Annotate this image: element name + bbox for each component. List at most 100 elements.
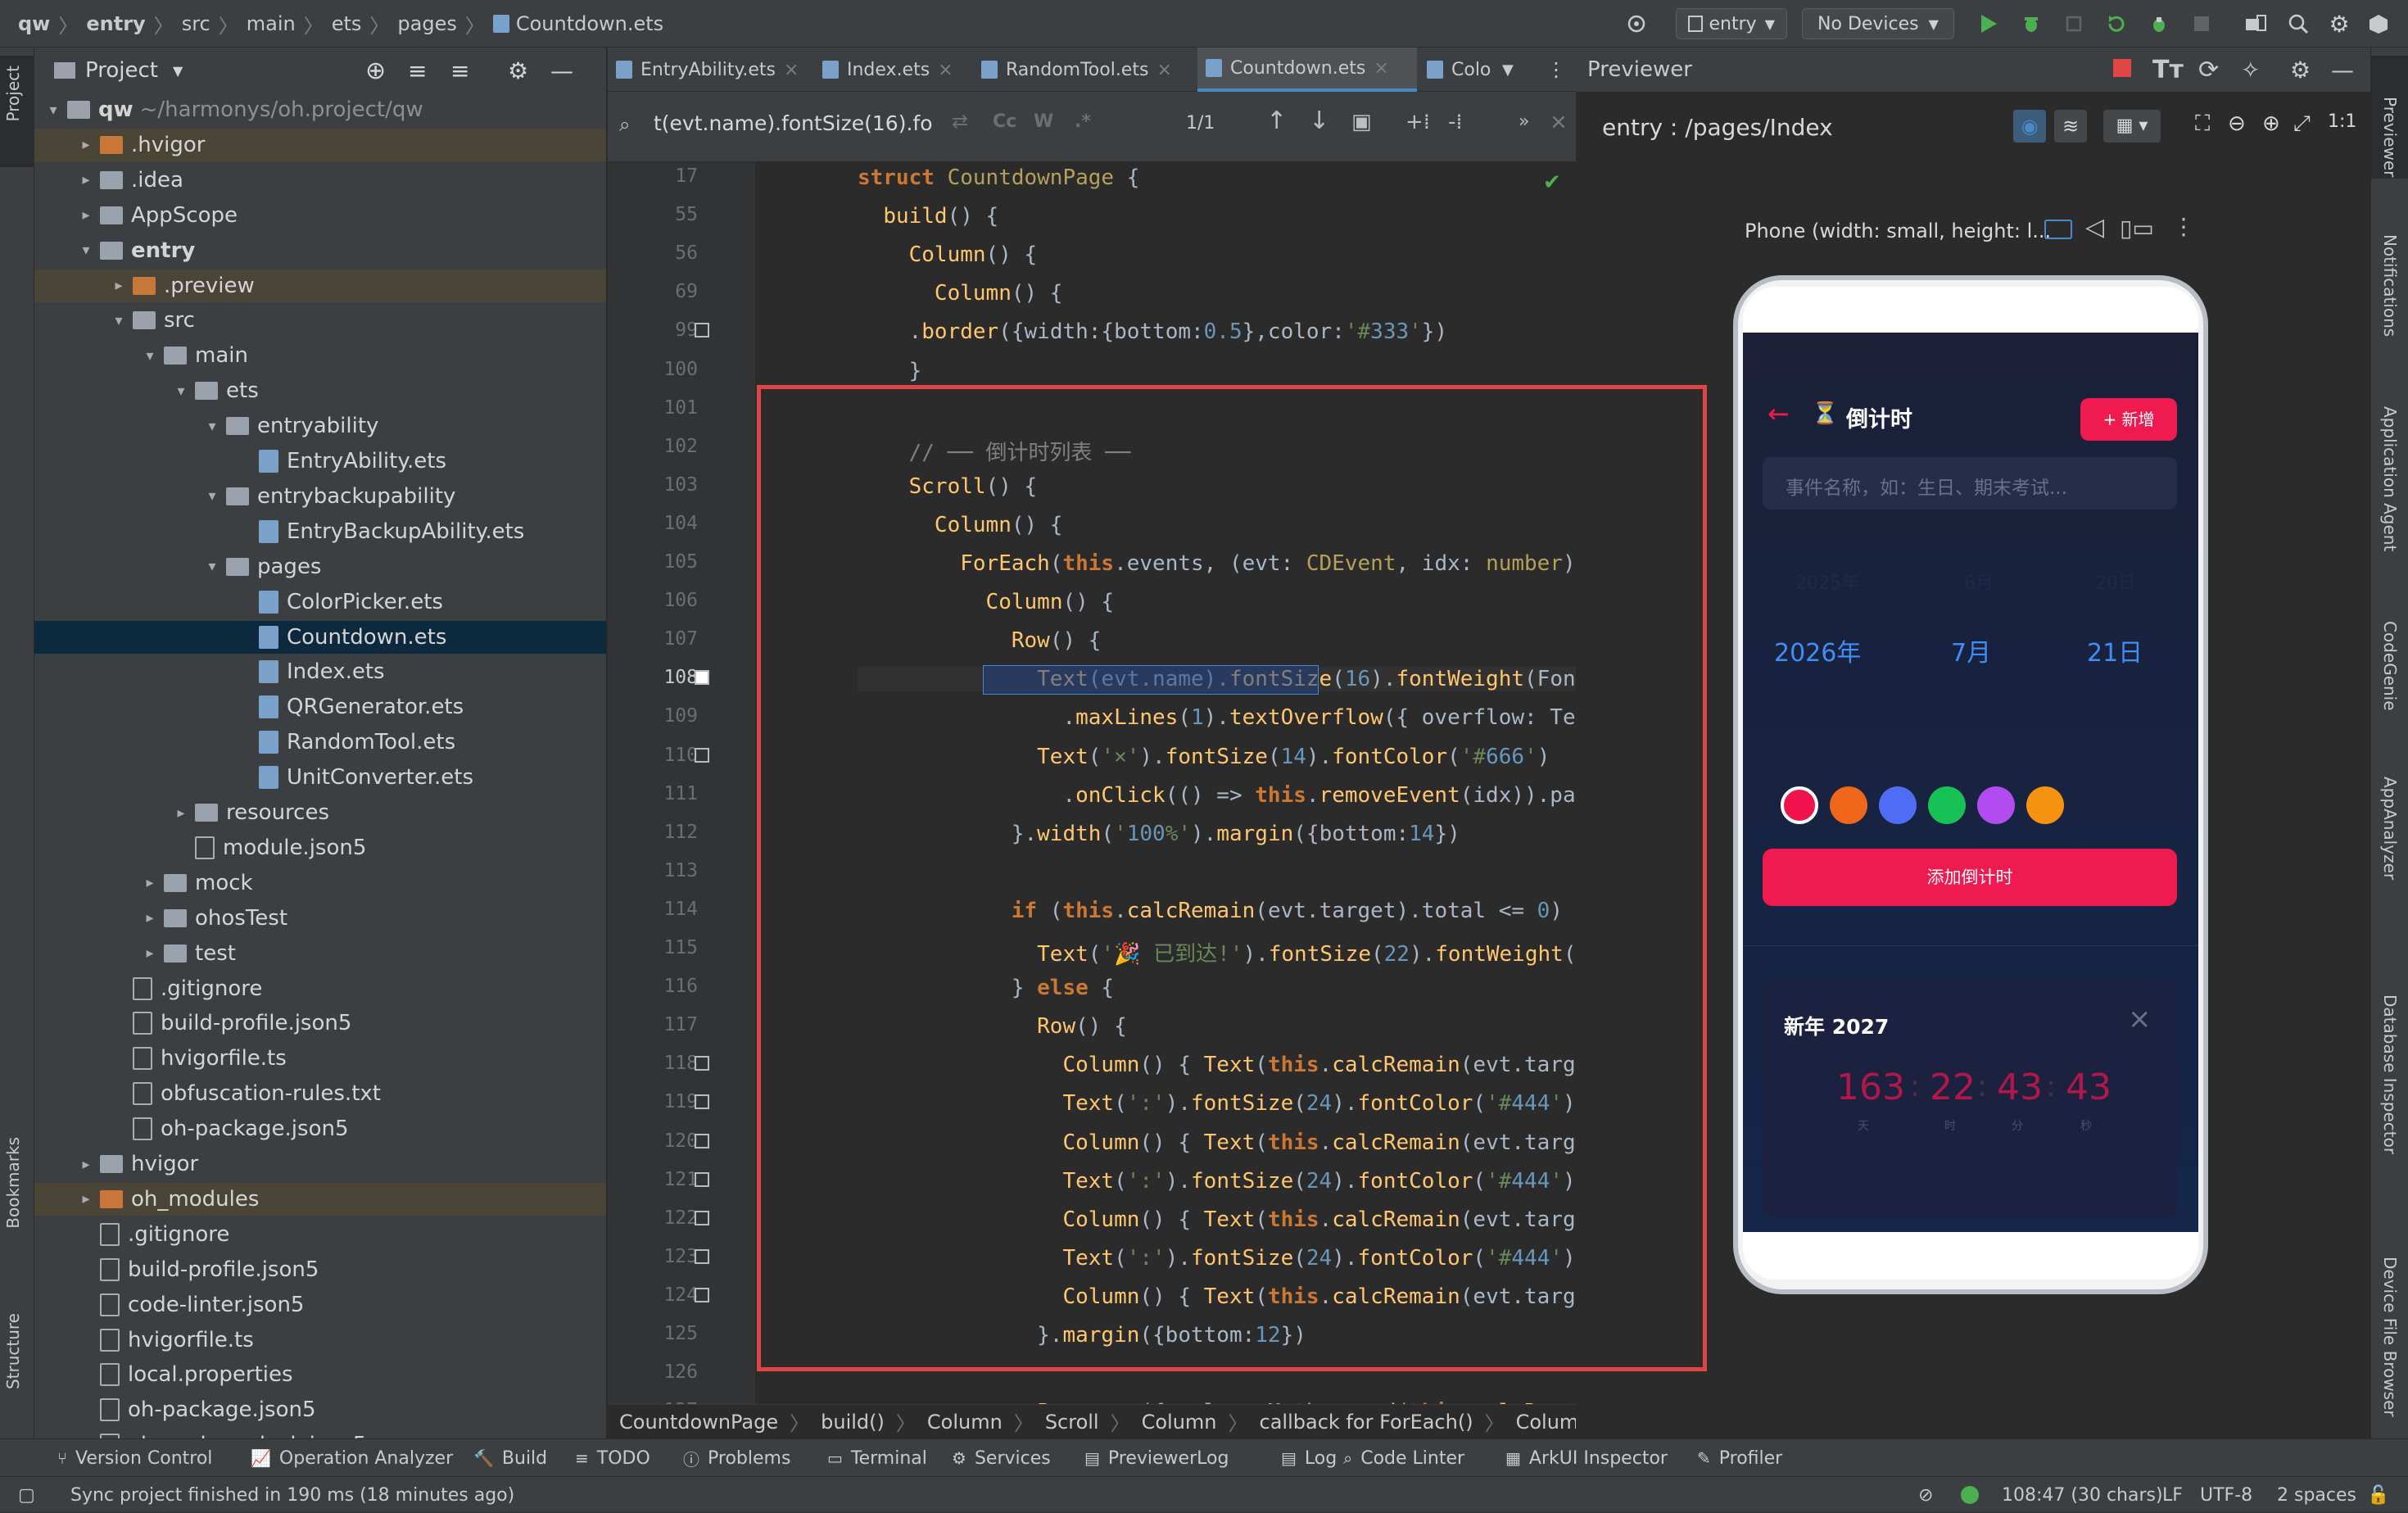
database-inspector-tool-label[interactable]: Database Inspector [2380,994,2400,1154]
line-number[interactable]: 105 [608,551,698,573]
line-number[interactable]: 123 [608,1246,698,1267]
structure-crumb[interactable]: Column [1142,1411,1217,1434]
zoom-out-icon[interactable]: ⊖ [2228,111,2246,136]
more-options-icon[interactable]: » [1519,111,1529,132]
power-save-icon[interactable]: ⊘ [1918,1477,1933,1513]
refresh-icon[interactable]: ⟳ [2198,56,2219,84]
notifications-tool-label[interactable]: Notifications [2380,234,2400,337]
line-number[interactable]: 112 [608,822,698,843]
breadcrumb-item[interactable]: pages [397,12,456,35]
picker-year[interactable]: 2026年 [1774,632,1861,668]
line-number[interactable]: 110 [608,745,698,766]
tree-item[interactable]: ▸ resources [34,796,606,829]
line-number[interactable]: 103 [608,474,698,496]
chevron-right-icon[interactable]: ▸ [141,944,159,962]
back-icon[interactable]: ◁ [2085,213,2104,242]
line-number[interactable]: 100 [608,359,698,380]
line-number[interactable]: 102 [608,436,698,457]
line-number[interactable]: 120 [608,1130,698,1152]
chevron-down-icon[interactable]: ▾ [203,558,221,575]
tool-window-log[interactable]: ▤ Log [1281,1439,1337,1477]
chevron-right-icon[interactable]: ▸ [110,277,128,294]
tree-item[interactable]: module.json5 [34,831,606,864]
close-icon[interactable]: × [1374,58,1388,79]
caret-position[interactable]: 108:47 (30 chars) [2002,1477,2163,1513]
breakpoint-marker[interactable] [695,323,709,338]
multi-device-icon[interactable] [2044,220,2072,239]
indent-setting[interactable]: 2 spaces [2277,1477,2356,1513]
tree-item[interactable]: ▸ oh_modules [34,1182,606,1216]
target-icon[interactable] [1622,8,1651,39]
chevron-down-icon[interactable]: ▾ [77,242,95,259]
layers-icon[interactable]: ≋ [2054,110,2087,143]
rerun-icon[interactable] [2102,8,2131,39]
tree-item[interactable]: ▾ entryability [34,410,606,442]
line-number[interactable]: 119 [608,1091,698,1112]
previewer-tool-tab[interactable]: Previewer [2371,56,2408,179]
tree-item[interactable]: ▾ src [34,304,606,337]
tree-item[interactable]: ▾ ets [34,374,606,407]
ide-logo-icon[interactable] [2364,8,2393,39]
tree-item[interactable]: hvigorfile.ts [34,1042,606,1075]
chevron-down-icon[interactable]: ▾ [110,312,128,329]
tree-item[interactable]: .gitignore [34,972,606,1005]
appanalyzer-tool-label[interactable]: AppAnalyzer [2380,777,2400,880]
breadcrumb-item[interactable]: ets [332,12,362,35]
file-encoding[interactable]: UTF-8 [2200,1477,2252,1513]
tool-window-services[interactable]: ⚙ Services [952,1439,1051,1477]
close-icon[interactable]: × [2128,1003,2152,1035]
back-arrow-icon[interactable]: ← [1768,398,1790,429]
tree-item[interactable]: oh-package-lock.json5 [34,1429,606,1438]
tool-window-profiler[interactable]: ✎ Profiler [1697,1439,1782,1477]
actual-size-icon[interactable]: ⤢ [2293,111,2311,137]
bookmarks-tool-label[interactable]: Bookmarks [3,1137,23,1229]
minimize-icon[interactable]: — [550,57,573,84]
picker-month[interactable]: 7月 [1951,632,1991,668]
line-separator[interactable]: LF [2162,1477,2183,1513]
tool-window-operation-analyzer[interactable]: 📈 Operation Analyzer [251,1439,453,1477]
prev-match-icon[interactable]: ↑ [1266,106,1287,135]
tree-item[interactable]: UnitConverter.ets [34,761,606,794]
device-manager-icon[interactable] [2241,8,2270,39]
gear-icon[interactable]: ⚙ [508,57,528,84]
tree-item[interactable]: ▸ test [34,937,606,970]
tree-item[interactable]: ▾ pages [34,550,606,583]
tree-item[interactable]: ▸ hvigor [34,1148,606,1180]
gear-icon[interactable]: ⚙ [2324,8,2354,39]
tree-item[interactable]: ▸ ohosTest [34,902,606,935]
breakpoint-marker[interactable] [695,747,709,763]
attach-debugger-icon[interactable] [2059,8,2089,39]
chevron-right-icon[interactable]: ▸ [77,136,95,153]
tool-window-terminal[interactable]: ▭ Terminal [827,1439,927,1477]
add-selection-icon[interactable]: +⁞ [1405,110,1430,134]
locate-icon[interactable]: ⊕ [365,57,386,85]
chevron-down-icon[interactable]: ▼ [173,63,183,79]
close-icon[interactable]: × [938,60,953,80]
color-swatch[interactable] [1830,786,1867,824]
tree-item[interactable]: local.properties [34,1358,606,1391]
breakpoint-marker[interactable] [695,670,709,686]
rotate-icon[interactable]: ▯▭ [2120,215,2154,242]
structure-crumb[interactable]: Column [927,1411,1003,1434]
tree-item[interactable]: ▾ entry [34,234,606,267]
tree-item[interactable]: ▾ entrybackupability [34,480,606,513]
stop-icon[interactable] [2187,8,2216,39]
tool-window-build[interactable]: 🔨 Build [473,1439,547,1477]
breakpoint-marker[interactable] [695,1133,709,1148]
project-tool-tab[interactable]: Project [0,56,34,167]
chevron-down-icon[interactable]: ▾ [172,383,190,400]
line-number[interactable]: 99 [608,319,698,341]
tree-item[interactable]: obfuscation-rules.txt [34,1077,606,1110]
fit-screen-icon[interactable]: ⛶ [2195,111,2210,137]
line-number[interactable]: 122 [608,1207,698,1229]
structure-crumb[interactable]: callback for ForEach() [1260,1411,1473,1434]
tree-item[interactable]: oh-package.json5 [34,1393,606,1426]
tree-item[interactable]: ▸ mock [34,867,606,899]
tree-item[interactable]: ▸ .idea [34,164,606,197]
tree-item[interactable]: ▸ .preview [34,269,606,302]
line-number[interactable]: 108 [608,667,698,688]
tool-window-previewerlog[interactable]: ▤ PreviewerLog [1084,1439,1229,1477]
gear-icon[interactable]: ⚙ [2290,57,2311,84]
device-select[interactable]: No Devices ▼ [1802,8,1954,39]
structure-crumb[interactable]: Column [1516,1411,1576,1434]
